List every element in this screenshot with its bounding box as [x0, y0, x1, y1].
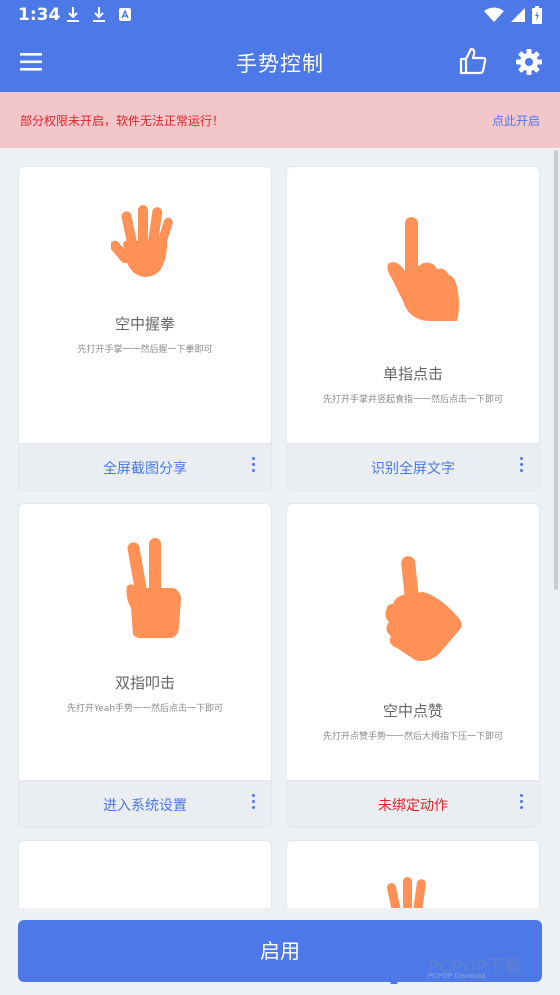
system-icons	[484, 6, 542, 24]
gear-icon[interactable]	[514, 47, 544, 77]
signal-icon	[511, 8, 525, 22]
app-bar: 手势控制	[0, 32, 560, 92]
action-label[interactable]: 进入系统设置	[19, 795, 271, 815]
card-footer: 识别全屏文字	[287, 443, 539, 490]
action-label[interactable]: 全屏截图分享	[19, 458, 271, 478]
enable-permissions-link[interactable]: 点此开启	[492, 112, 540, 129]
gesture-card-single-tap[interactable]: 单指点击 先打开手掌并竖起食指一一然后点击一下即可 识别全屏文字	[286, 166, 540, 491]
gesture-hint: 先打开点赞手势一一然后大拇指下压一下即可	[322, 732, 503, 742]
card-footer: 未绑定动作	[287, 780, 539, 827]
action-label[interactable]: 未绑定动作	[287, 795, 539, 815]
card-footer: 进入系统设置	[19, 780, 271, 827]
notification-icons	[66, 6, 132, 24]
gesture-title: 单指点击	[382, 365, 443, 383]
permission-warning-banner: 部分权限未开启，软件无法正常运行！ 点此开启	[0, 92, 560, 148]
gesture-card-thumbs-up[interactable]: 空中点赞 先打开点赞手势一一然后大拇指下压一下即可 未绑定动作	[286, 503, 540, 828]
status-bar: 1:34	[0, 0, 560, 32]
scrollbar[interactable]	[554, 150, 558, 590]
gesture-hint: 先打开手掌一一然后握一下拳即可	[77, 345, 213, 355]
thumbs-up-icon	[385, 556, 462, 662]
brand-logo-icon	[390, 946, 424, 984]
battery-icon	[532, 6, 542, 24]
wifi-icon	[484, 7, 504, 22]
gesture-title: 空中握拳	[114, 315, 175, 333]
card-footer: 全屏截图分享	[19, 443, 271, 490]
download-icon	[93, 7, 105, 22]
action-label[interactable]: 识别全屏文字	[287, 458, 539, 478]
font-icon	[119, 8, 131, 21]
peace-sign-icon	[126, 538, 181, 638]
gesture-hint: 先打开Yeah手势一一然后点击一下即可	[66, 704, 224, 714]
more-options-icon[interactable]	[249, 457, 257, 477]
download-icon	[67, 7, 79, 22]
warning-text: 部分权限未开启，软件无法正常运行！	[20, 114, 225, 128]
gesture-card-double-tap[interactable]: 双指叩击 先打开Yeah手势一一然后点击一下即可 进入系统设置	[18, 503, 272, 828]
status-time: 1:34	[18, 5, 61, 25]
more-options-icon[interactable]	[517, 794, 525, 814]
more-options-icon[interactable]	[517, 457, 525, 477]
watermark: PCPOP下载 PCPOP Download	[388, 944, 558, 988]
watermark-sub: PCPOP Download	[428, 973, 486, 980]
gesture-title: 空中点赞	[382, 702, 443, 720]
open-palm-icon	[111, 205, 173, 277]
more-options-icon[interactable]	[249, 794, 257, 814]
gesture-card-fist[interactable]: 空中握拳 先打开手掌一一然后握一下拳即可 全屏截图分享	[18, 166, 272, 491]
gesture-hint: 先打开手掌并竖起食指一一然后点击一下即可	[322, 395, 503, 405]
gesture-title: 双指叩击	[114, 674, 175, 692]
thumbs-up-icon[interactable]	[458, 46, 488, 76]
pointing-finger-icon	[387, 217, 459, 321]
